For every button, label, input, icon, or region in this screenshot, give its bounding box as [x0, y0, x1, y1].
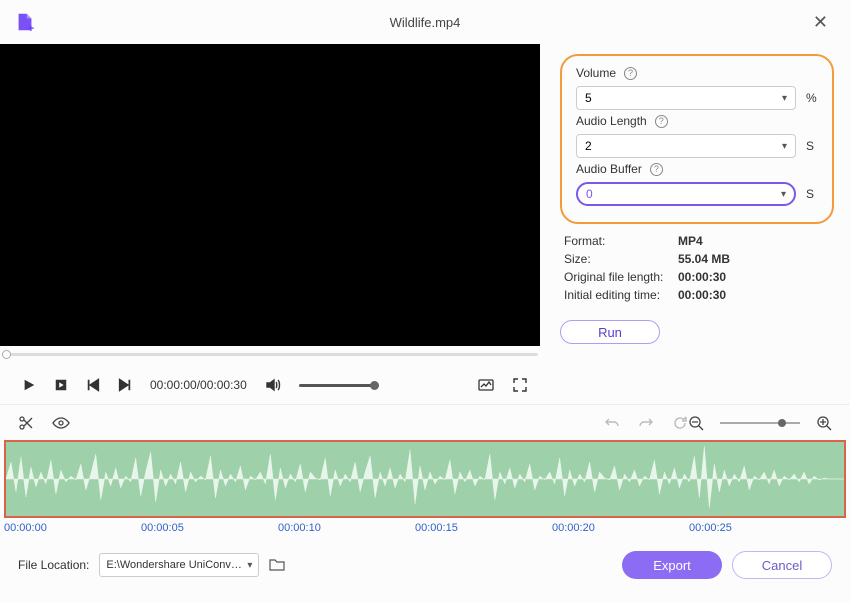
video-preview[interactable] — [0, 44, 540, 346]
init-time-label: Initial editing time: — [564, 288, 666, 302]
volume-value: 5 — [585, 91, 592, 105]
volume-slider[interactable] — [299, 384, 379, 387]
audio-length-label-text: Audio Length — [576, 114, 647, 128]
export-button[interactable]: Export — [622, 551, 722, 579]
chevron-down-icon: ▾ — [781, 189, 786, 200]
snapshot-icon[interactable] — [478, 377, 494, 393]
settings-panel: Volume ? 5 ▾ % Audio Length ? 2 ▾ S — [540, 44, 850, 346]
cut-icon[interactable] — [18, 415, 34, 431]
play-icon[interactable] — [22, 378, 36, 392]
audio-buffer-label: Audio Buffer ? — [576, 162, 818, 176]
zoom-slider[interactable] — [720, 422, 800, 424]
audio-buffer-select[interactable]: 0 ▾ — [576, 182, 796, 206]
refresh-icon[interactable] — [672, 415, 688, 431]
format-label: Format: — [564, 234, 666, 248]
help-icon[interactable]: ? — [655, 115, 668, 128]
size-value: 55.04 MB — [678, 252, 730, 266]
folder-icon[interactable] — [269, 558, 285, 572]
format-value: MP4 — [678, 234, 703, 248]
next-icon[interactable] — [118, 378, 132, 392]
help-icon[interactable]: ? — [624, 67, 637, 80]
chevron-down-icon: ▾ — [247, 560, 252, 571]
audio-length-select[interactable]: 2 ▾ — [576, 134, 796, 158]
cancel-button[interactable]: Cancel — [732, 551, 832, 579]
ruler-tick: 00:00:15 — [415, 522, 458, 546]
file-location-value: E:\Wondershare UniConverter — [106, 559, 247, 571]
audio-buffer-value: 0 — [586, 187, 593, 201]
window-title: Wildlife.mp4 — [390, 15, 461, 30]
highlight-box: Volume ? 5 ▾ % Audio Length ? 2 ▾ S — [560, 54, 834, 224]
ruler-tick: 00:00:05 — [141, 522, 184, 546]
seek-bar[interactable] — [2, 350, 538, 358]
prev-icon[interactable] — [86, 378, 100, 392]
audio-buffer-label-text: Audio Buffer — [576, 162, 642, 176]
eye-icon[interactable] — [52, 416, 70, 430]
undo-icon[interactable] — [604, 415, 620, 431]
zoom-out-icon[interactable] — [688, 415, 704, 431]
chevron-down-icon: ▾ — [782, 141, 787, 152]
fullscreen-icon[interactable] — [512, 377, 528, 393]
volume-label: Volume ? — [576, 66, 818, 80]
run-button[interactable]: Run — [560, 320, 660, 344]
chevron-down-icon: ▾ — [782, 93, 787, 104]
main-area: Volume ? 5 ▾ % Audio Length ? 2 ▾ S — [0, 44, 850, 346]
init-time-value: 00:00:30 — [678, 288, 726, 302]
audio-length-unit: S — [806, 139, 818, 153]
file-location-select[interactable]: E:\Wondershare UniConverter ▾ — [99, 553, 259, 577]
app-logo-icon: + — [14, 11, 36, 33]
svg-text:+: + — [28, 23, 34, 33]
audio-length-value: 2 — [585, 139, 592, 153]
timeline-ruler: 00:00:00 00:00:05 00:00:10 00:00:15 00:0… — [0, 518, 850, 546]
ruler-tick: 00:00:10 — [278, 522, 321, 546]
help-icon[interactable]: ? — [650, 163, 663, 176]
volume-label-text: Volume — [576, 66, 616, 80]
orig-len-label: Original file length: — [564, 270, 666, 284]
size-label: Size: — [564, 252, 666, 266]
ruler-tick: 00:00:25 — [689, 522, 732, 546]
header: + Wildlife.mp4 ✕ — [0, 0, 850, 44]
audio-buffer-unit: S — [806, 187, 818, 201]
ruler-tick: 00:00:00 — [4, 522, 47, 546]
audio-length-label: Audio Length ? — [576, 114, 818, 128]
volume-icon[interactable] — [265, 377, 281, 393]
time-display: 00:00:00/00:00:30 — [150, 378, 247, 392]
stop-icon[interactable] — [54, 378, 68, 392]
toolbar — [0, 404, 850, 440]
volume-unit: % — [806, 91, 818, 105]
orig-len-value: 00:00:30 — [678, 270, 726, 284]
close-button[interactable]: ✕ — [805, 8, 836, 37]
footer: File Location: E:\Wondershare UniConvert… — [0, 549, 850, 581]
file-location-label: File Location: — [18, 558, 89, 572]
waveform-track[interactable] — [4, 440, 846, 518]
zoom-in-icon[interactable] — [816, 415, 832, 431]
ruler-tick: 00:00:20 — [552, 522, 595, 546]
volume-select[interactable]: 5 ▾ — [576, 86, 796, 110]
redo-icon[interactable] — [638, 415, 654, 431]
playback-controls: 00:00:00/00:00:30 — [0, 366, 540, 404]
